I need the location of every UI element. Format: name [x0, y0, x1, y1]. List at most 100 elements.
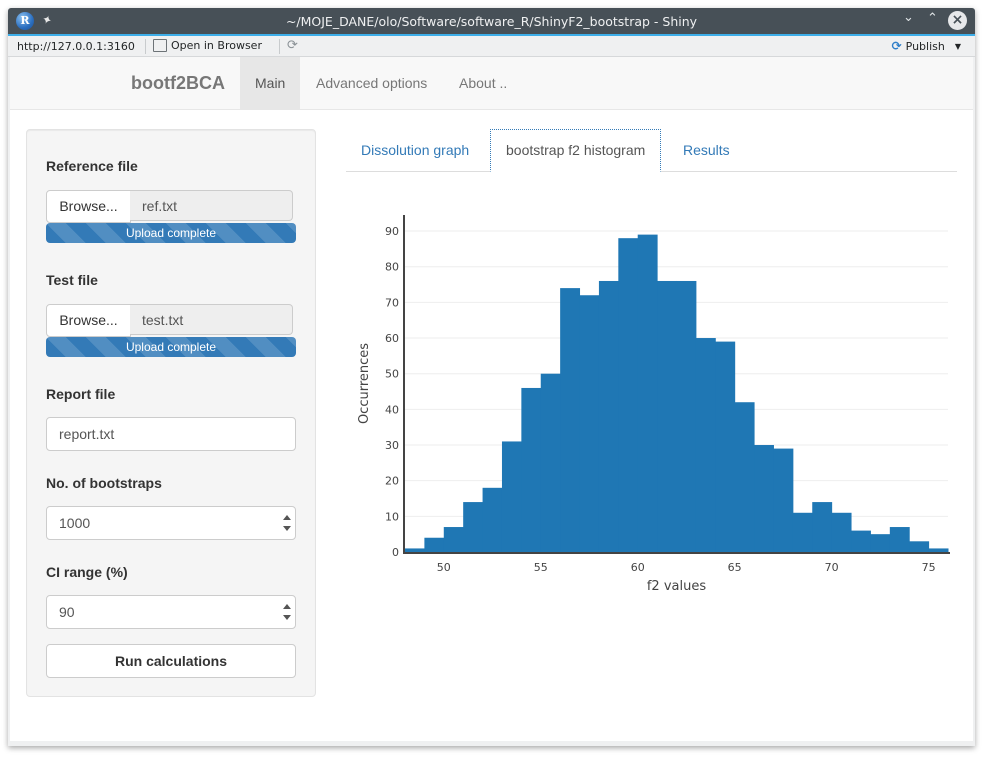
report-file-label: Report file	[46, 386, 116, 402]
toolbar-separator	[145, 39, 146, 54]
histogram-bar	[734, 402, 755, 552]
histogram-bar	[560, 288, 581, 552]
histogram-bar	[909, 541, 930, 552]
histogram-bar	[792, 512, 813, 552]
histogram-bar	[870, 534, 891, 552]
y-tick-label: 50	[385, 368, 399, 381]
ci-range-stepper[interactable]	[283, 604, 291, 620]
bootstraps-label: No. of bootstraps	[46, 475, 162, 491]
y-tick-label: 80	[385, 261, 399, 274]
x-tick-label: 50	[437, 561, 451, 574]
histogram-bar	[579, 295, 600, 552]
test-file-input[interactable]: Browse... test.txt	[46, 304, 295, 337]
y-tick-label: 70	[385, 296, 399, 309]
reference-file-name: ref.txt	[130, 190, 293, 221]
x-tick-label: 60	[631, 561, 645, 574]
histogram-bar	[657, 280, 677, 552]
histogram-bar	[501, 441, 522, 552]
histogram-bar	[424, 537, 445, 552]
ci-range-value: 90	[59, 604, 75, 620]
reference-file-input[interactable]: Browse... ref.txt	[46, 190, 295, 223]
histogram-bars	[405, 234, 949, 552]
y-tick-label: 10	[385, 510, 399, 523]
ci-range-label: CI range (%)	[46, 564, 128, 580]
maximize-icon[interactable]: ⌃	[927, 11, 938, 26]
histogram-bar	[405, 548, 425, 552]
y-tick-label: 20	[385, 475, 399, 488]
bootstraps-field[interactable]: 1000	[46, 506, 296, 540]
test-upload-progress: Upload complete	[46, 337, 296, 357]
histogram-bar	[637, 234, 658, 552]
stepper-down-icon[interactable]	[283, 526, 291, 531]
ci-range-field[interactable]: 90	[46, 595, 296, 629]
histogram-bar	[831, 512, 852, 552]
title-bar: R ✦ ~/MOJE_DANE/olo/Software/software_R/…	[8, 8, 975, 34]
y-tick-label: 40	[385, 403, 399, 416]
y-tick-label: 60	[385, 332, 399, 345]
histogram-bar	[443, 527, 464, 552]
reference-browse-button[interactable]: Browse...	[46, 190, 131, 223]
histogram-bar	[754, 445, 774, 552]
x-tick-label: 70	[825, 561, 839, 574]
histogram-chart: 0 10 20 30 40 50 60 70 80 90 50 55 60 65 70 75 f2 value…	[357, 215, 950, 594]
histogram-bar	[482, 487, 503, 552]
stepper-up-icon[interactable]	[283, 604, 291, 609]
open-in-browser-label: Open in Browser	[171, 39, 262, 52]
sidebar-panel: Reference file Browse... ref.txt Upload …	[26, 129, 316, 697]
histogram-bar	[812, 502, 833, 552]
refresh-icon[interactable]: ⟳	[287, 38, 298, 53]
histogram-bar	[889, 527, 910, 552]
report-file-field[interactable]: report.txt	[46, 417, 296, 451]
open-browser-icon	[153, 39, 167, 52]
stepper-down-icon[interactable]	[283, 615, 291, 620]
navbar-brand: bootf2BCA	[131, 73, 225, 93]
minimize-icon[interactable]: ⌄	[903, 10, 914, 25]
open-in-browser-button[interactable]: Open in Browser	[153, 39, 262, 52]
run-calculations-button[interactable]: Run calculations	[46, 644, 296, 678]
app-window: R ✦ ~/MOJE_DANE/olo/Software/software_R/…	[8, 8, 975, 746]
bootstraps-stepper[interactable]	[283, 515, 291, 531]
histogram-bar	[695, 338, 716, 552]
y-axis-label: Occurrences	[357, 343, 372, 424]
nav-item-advanced-options[interactable]: Advanced options	[301, 57, 442, 109]
shiny-page: bootf2BCA Main Advanced options About ..…	[10, 57, 973, 741]
publish-button[interactable]: ⟳ Publish ▼	[892, 39, 961, 53]
tab-dissolution-graph[interactable]: Dissolution graph	[346, 129, 484, 171]
histogram-bar	[598, 280, 619, 552]
histogram-bar	[540, 373, 561, 552]
histogram-bar	[676, 280, 697, 552]
chevron-down-icon: ▼	[954, 41, 961, 51]
x-tick-label: 75	[922, 561, 936, 574]
close-icon[interactable]: ×	[948, 11, 967, 30]
reference-upload-progress: Upload complete	[46, 223, 296, 243]
tab-results[interactable]: Results	[668, 129, 745, 171]
y-tick-label: 30	[385, 439, 399, 452]
histogram-bar	[851, 530, 871, 552]
bootstraps-value: 1000	[59, 515, 91, 531]
nav-item-about[interactable]: About ..	[444, 57, 522, 109]
histogram-bar	[928, 548, 949, 552]
toolbar-separator	[279, 39, 280, 54]
reference-file-label: Reference file	[46, 158, 138, 174]
navbar: bootf2BCA Main Advanced options About ..	[10, 57, 973, 110]
y-tick-label: 0	[392, 546, 399, 559]
histogram-bar	[521, 387, 542, 552]
nav-item-main[interactable]: Main	[240, 57, 301, 109]
publish-label: Publish	[905, 39, 945, 53]
tab-bar: Dissolution graph bootstrap f2 histogram…	[346, 129, 957, 172]
histogram-bar	[618, 238, 639, 552]
url-display: http://127.0.0.1:3160	[17, 40, 135, 53]
x-tick-label: 65	[728, 561, 742, 574]
viewer-toolbar: http://127.0.0.1:3160 Open in Browser ⟳ …	[8, 36, 975, 57]
tab-bootstrap-f2-histogram[interactable]: bootstrap f2 histogram	[490, 129, 662, 172]
test-file-name: test.txt	[130, 304, 293, 335]
y-tick-label: 90	[385, 225, 399, 238]
histogram-bar	[773, 448, 794, 552]
histogram-bar	[463, 502, 484, 552]
x-tick-label: 55	[534, 561, 548, 574]
window-title: ~/MOJE_DANE/olo/Software/software_R/Shin…	[285, 14, 698, 29]
histogram-bar	[715, 341, 736, 552]
publish-icon: ⟳	[891, 39, 902, 53]
stepper-up-icon[interactable]	[283, 515, 291, 520]
test-browse-button[interactable]: Browse...	[46, 304, 131, 337]
